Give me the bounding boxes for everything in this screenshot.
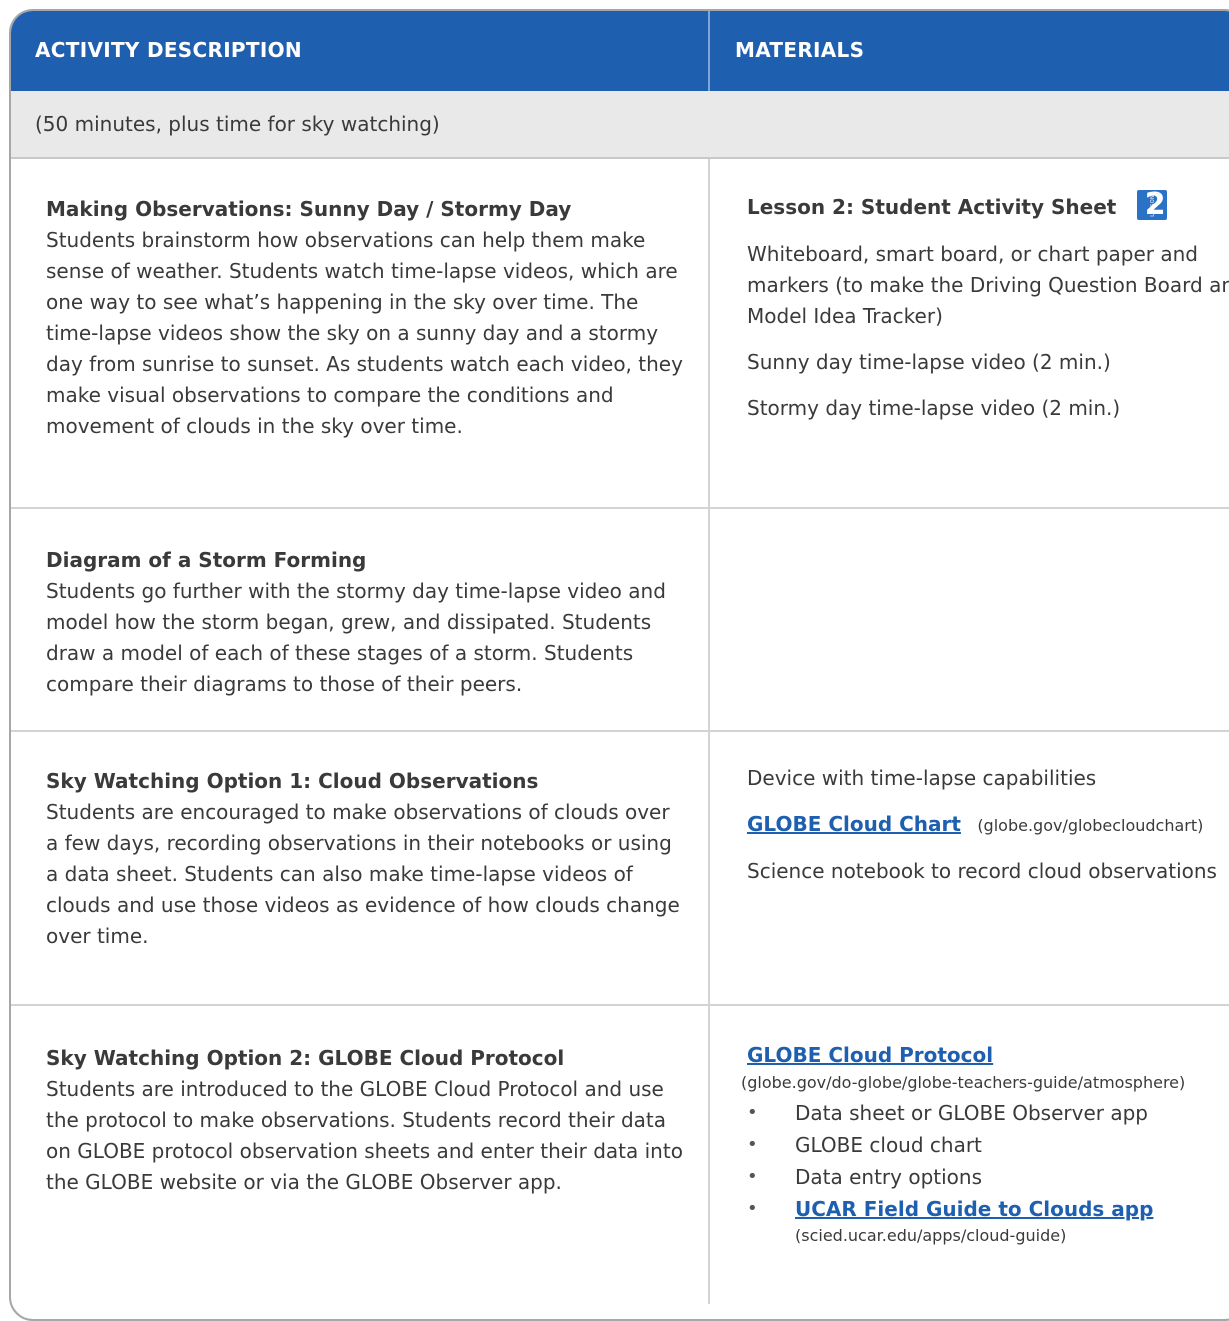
table-header: ACTIVITY DESCRIPTION MATERIALS <box>11 11 1229 91</box>
duration-row: (50 minutes, plus time for sky watching) <box>11 91 1229 159</box>
row-body: Students are introduced to the GLOBE Clo… <box>46 1077 683 1194</box>
row-body: Students brainstorm how observations can… <box>46 228 683 438</box>
row-making-observations-materials: Lesson 2: Student Activity Sheet LESSON … <box>747 187 1229 439</box>
lesson-table: ACTIVITY DESCRIPTION MATERIALS (50 minut… <box>9 9 1229 1321</box>
globe-cloud-chart-url: (globe.gov/globecloudchart) <box>977 816 1204 835</box>
globe-cloud-chart-link[interactable]: GLOBE Cloud Chart <box>747 812 961 836</box>
globe-cloud-protocol-url: (globe.gov/do-globe/globe-teachers-guide… <box>741 1073 1186 1092</box>
lesson-2-badge-icon: LESSON 2 <box>1136 187 1167 222</box>
list-item: UCAR Field Guide to Clouds app (scied.uc… <box>747 1193 1229 1247</box>
row-body: Students are encouraged to make observat… <box>46 800 680 948</box>
duration-text: (50 minutes, plus time for sky watching) <box>35 112 440 136</box>
ucar-field-guide-url: (scied.ucar.edu/apps/cloud-guide) <box>795 1226 1067 1245</box>
protocol-materials-list: Data sheet or GLOBE Observer app GLOBE c… <box>747 1097 1229 1247</box>
globe-cloud-protocol-link[interactable]: GLOBE Cloud Protocol <box>747 1043 993 1067</box>
row-sky-watching-1-description: Sky Watching Option 1: Cloud Observation… <box>46 766 686 952</box>
row-title: Sky Watching Option 2: GLOBE Cloud Proto… <box>46 1046 565 1070</box>
activity-sheet-label: Lesson 2: Student Activity Sheet <box>747 195 1117 219</box>
list-item: GLOBE cloud chart <box>747 1129 1229 1161</box>
row-diagram-storm-description: Diagram of a Storm Forming Students go f… <box>46 545 686 700</box>
materials-item: Stormy day time-lapse video (2 min.) <box>747 395 1121 420</box>
materials-item: Device with time-lapse capabilities <box>747 766 1097 790</box>
row-body: Students go further with the stormy day … <box>46 579 666 696</box>
header-materials: MATERIALS <box>735 38 865 62</box>
row-title: Diagram of a Storm Forming <box>46 548 367 572</box>
materials-item: Sunny day time-lapse video (2 min.) <box>747 349 1111 374</box>
header-divider <box>708 11 710 91</box>
row-sky-watching-2-materials: GLOBE Cloud Protocol (globe.gov/do-globe… <box>741 1040 1229 1247</box>
materials-item: Science notebook to record cloud observa… <box>747 859 1217 883</box>
row-making-observations-description: Making Observations: Sunny Day / Stormy … <box>46 194 686 442</box>
ucar-field-guide-link[interactable]: UCAR Field Guide to Clouds app <box>795 1197 1153 1221</box>
row-title: Sky Watching Option 1: Cloud Observation… <box>46 769 539 793</box>
header-activity-description: ACTIVITY DESCRIPTION <box>35 38 302 62</box>
list-item: Data entry options <box>747 1161 1229 1193</box>
materials-item: Whiteboard, smart board, or chart paper … <box>747 241 1229 328</box>
row-sky-watching-2-description: Sky Watching Option 2: GLOBE Cloud Proto… <box>46 1043 686 1198</box>
row-separator <box>11 1004 1229 1006</box>
row-title: Making Observations: Sunny Day / Stormy … <box>46 197 572 221</box>
row-separator <box>11 507 1229 509</box>
row-sky-watching-1-materials: Device with time-lapse capabilities GLOB… <box>747 763 1229 902</box>
row-separator <box>11 730 1229 732</box>
list-item: Data sheet or GLOBE Observer app <box>747 1097 1229 1129</box>
